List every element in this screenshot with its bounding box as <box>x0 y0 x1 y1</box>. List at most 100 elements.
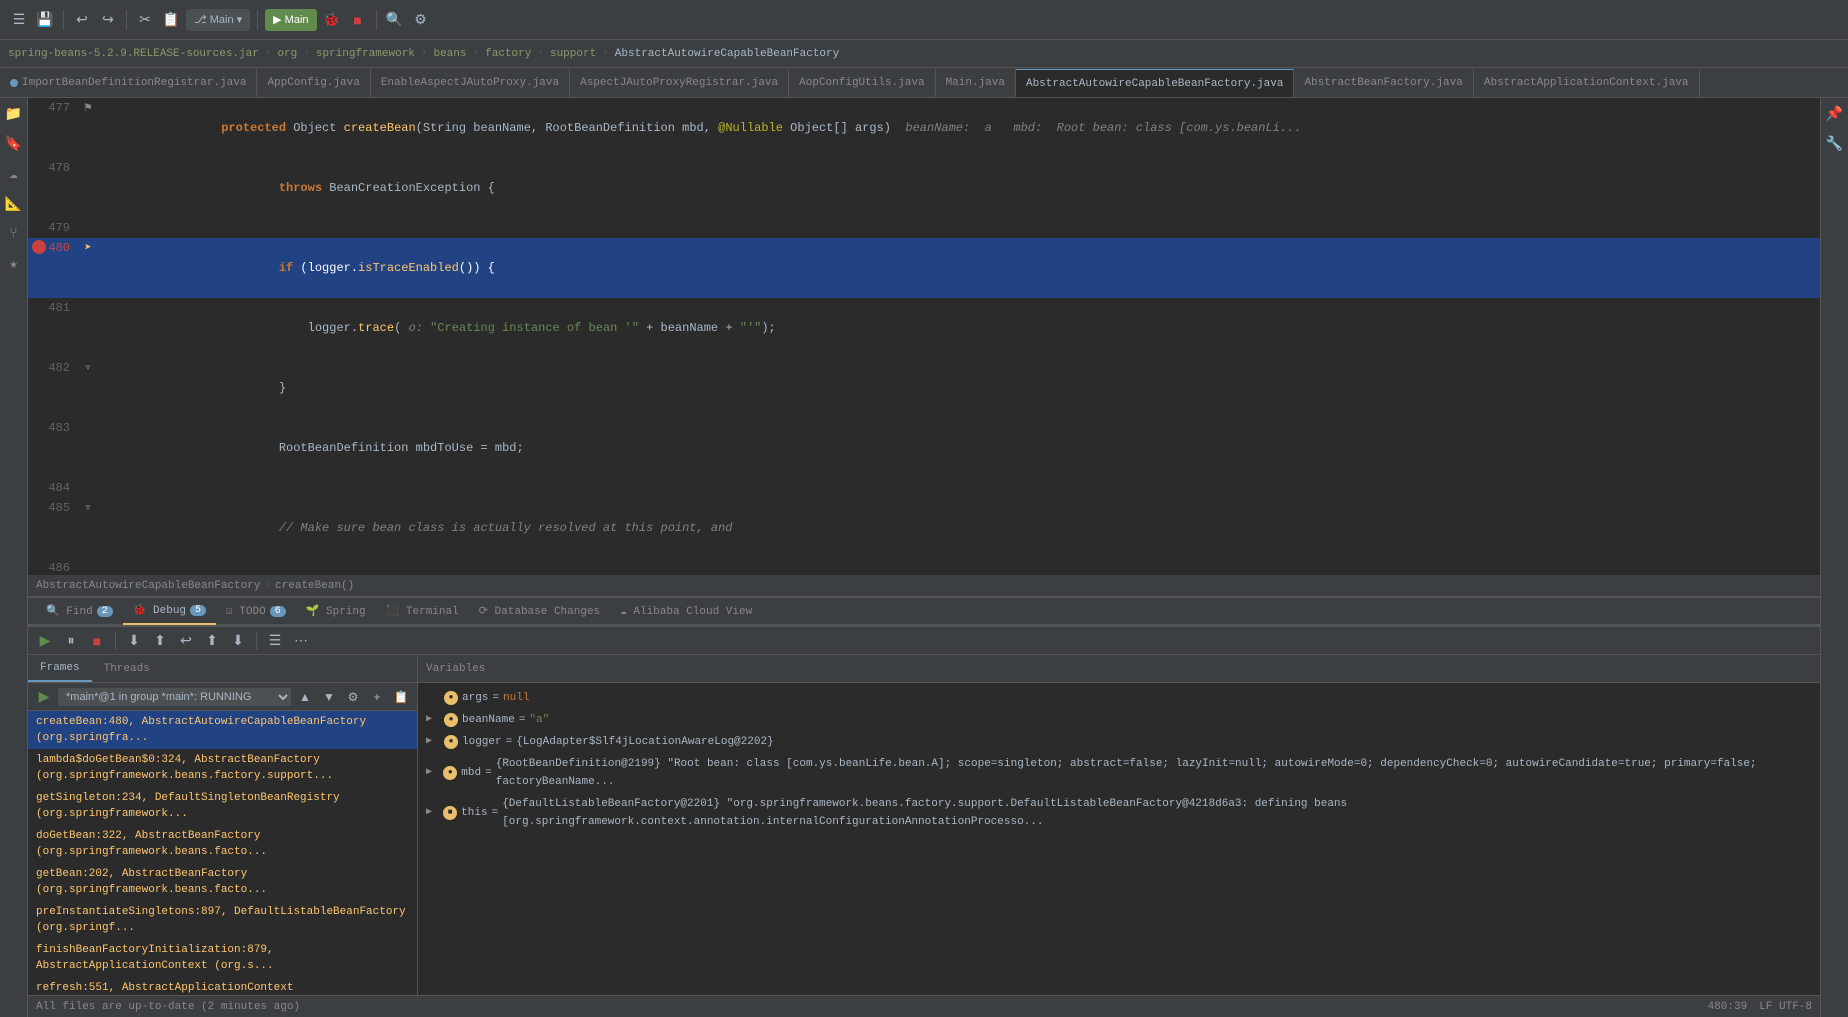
line-code-481[interactable]: logger.trace( o: "Creating instance of b… <box>98 298 1820 358</box>
tab-aopconfig[interactable]: AopConfigUtils.java <box>789 69 935 97</box>
project-icon[interactable]: 📁 <box>2 102 26 126</box>
alibaba-label: ☁ Alibaba Cloud View <box>620 604 752 618</box>
beans-label: beans <box>434 48 467 60</box>
more-button[interactable]: ⋯ <box>290 630 312 652</box>
tab-appconfig[interactable]: AppConfig.java <box>257 69 370 97</box>
frame-name-getbean: getBean:202, AbstractBeanFactory (org.sp… <box>36 866 409 898</box>
thread-copy-button[interactable]: 📋 <box>391 687 411 707</box>
resume-button[interactable]: ▶ <box>34 630 56 652</box>
frame-preinstantiate[interactable]: preInstantiateSingletons:897, DefaultLis… <box>28 901 417 939</box>
frame-createbean[interactable]: createBean:480, AbstractAutowireCapableB… <box>28 711 417 749</box>
frame-getsingleton[interactable]: getSingleton:234, DefaultSingletonBeanRe… <box>28 787 417 825</box>
tab-threads[interactable]: Threads <box>92 655 162 682</box>
line-code-484[interactable] <box>98 478 1820 498</box>
run-button[interactable]: ▶ Main <box>265 9 316 31</box>
vareq-mbd: = <box>485 764 492 782</box>
debug-run-button[interactable]: 🐞 <box>321 9 343 31</box>
bookmark-icon[interactable]: 🔖 <box>2 132 26 156</box>
var-mbd[interactable]: ▶ ● mbd = {RootBeanDefinition@2199} "Roo… <box>418 753 1820 793</box>
favorites-icon[interactable]: ★ <box>2 252 26 276</box>
save-button[interactable]: 💾 <box>34 9 56 31</box>
varname-mbd: mbd <box>461 764 481 782</box>
line-code-479[interactable] <box>98 218 1820 238</box>
code-scroll[interactable]: 477 ⚑ protected Object createBean(String… <box>28 98 1820 575</box>
tab-importbean[interactable]: ImportBeanDefinitionRegistrar.java <box>0 69 257 97</box>
undo-button[interactable]: ↩ <box>71 9 93 31</box>
settings-debug-button[interactable]: ☰ <box>264 630 286 652</box>
thread-select[interactable]: *main*@1 in group *main*: RUNNING <box>58 688 291 706</box>
cloud-icon[interactable]: ☁ <box>2 162 26 186</box>
tab-abstractapp[interactable]: AbstractApplicationContext.java <box>1474 69 1700 97</box>
tab-frames[interactable]: Frames <box>28 655 92 682</box>
structure-icon[interactable]: 📐 <box>2 192 26 216</box>
step-out-button[interactable]: ↩ <box>175 630 197 652</box>
tab-abstractautowire[interactable]: AbstractAutowireCapableBeanFactory.java <box>1016 69 1294 97</box>
line-code-478[interactable]: throws BeanCreationException { <box>98 158 1820 218</box>
right-icon-2[interactable]: 🔧 <box>1823 132 1847 156</box>
var-logger[interactable]: ▶ ● logger = {LogAdapter$Slf4jLocationAw… <box>418 731 1820 753</box>
gutter-485: ▿ <box>78 498 98 558</box>
tab-abstractbean[interactable]: AbstractBeanFactory.java <box>1294 69 1473 97</box>
var-this[interactable]: ▶ ■ this = {DefaultListableBeanFactory@2… <box>418 793 1820 833</box>
play-thread-button[interactable]: ▶ <box>34 687 54 707</box>
search-button[interactable]: 🔍 <box>384 9 406 31</box>
branch-button[interactable]: ⎇ Main ▾ <box>186 9 250 31</box>
thread-add-button[interactable]: + <box>367 687 387 707</box>
frame-getbean[interactable]: getBean:202, AbstractBeanFactory (org.sp… <box>28 863 417 901</box>
tab-aspectjautoproxy[interactable]: AspectJAutoProxyRegistrar.java <box>570 69 789 97</box>
line-code-482[interactable]: } <box>98 358 1820 418</box>
settings-button[interactable]: ⚙ <box>410 9 432 31</box>
line-code-483[interactable]: RootBeanDefinition mbdToUse = mbd; <box>98 418 1820 478</box>
run-cursor-button[interactable]: ⬆ <box>201 630 223 652</box>
var-beanname[interactable]: ▶ ● beanName = "a" <box>418 709 1820 731</box>
tab-terminal[interactable]: ⬛ Terminal <box>376 597 469 625</box>
vars-panel: Variables ● args = null ▶ <box>418 655 1820 995</box>
line-code-477[interactable]: protected Object createBean(String beanN… <box>98 98 1820 158</box>
tab-dbchanges[interactable]: ⟳ Database Changes <box>469 597 610 625</box>
code-line-479: 479 <box>28 218 1820 238</box>
thread-down-button[interactable]: ▼ <box>319 687 339 707</box>
frame-name-createbean: createBean:480, AbstractAutowireCapableB… <box>36 714 409 746</box>
code-table: 477 ⚑ protected Object createBean(String… <box>28 98 1820 575</box>
right-icon-1[interactable]: 📌 <box>1823 102 1847 126</box>
code-line-483: 483 RootBeanDefinition mbdToUse = mbd; <box>28 418 1820 478</box>
line-code-486[interactable]: // clone the bean definition in case of … <box>98 558 1820 575</box>
tab-main[interactable]: Main.java <box>936 69 1016 97</box>
stop-button[interactable]: ■ <box>347 9 369 31</box>
main-toolbar: ☰ 💾 ↩ ↪ ✂ 📋 ⎇ Main ▾ ▶ Main 🐞 ■ 🔍 ⚙ <box>0 0 1848 40</box>
tab-find[interactable]: 🔍 Find 2 <box>36 597 123 625</box>
frame-dogetbean[interactable]: doGetBean:322, AbstractBeanFactory (org.… <box>28 825 417 863</box>
sep: › <box>473 48 480 60</box>
tab-enableaspect[interactable]: EnableAspectJAutoProxy.java <box>371 69 570 97</box>
file-label: AbstractAutowireCapableBeanFactory <box>615 48 839 60</box>
sep: › <box>303 48 310 60</box>
tab-alibabacloud[interactable]: ☁ Alibaba Cloud View <box>610 597 762 625</box>
pause-button[interactable]: ⏸ <box>60 630 82 652</box>
line-code-485[interactable]: // Make sure bean class is actually reso… <box>98 498 1820 558</box>
tab-todo[interactable]: ☑ TODO 6 <box>216 597 296 625</box>
frame-lambda[interactable]: lambda$doGetBean$0:324, AbstractBeanFact… <box>28 749 417 787</box>
tab-spring[interactable]: 🌱 Spring <box>296 597 376 625</box>
status-right: 480:39 LF UTF-8 <box>1708 1001 1812 1013</box>
thread-up-button[interactable]: ▲ <box>295 687 315 707</box>
menu-button[interactable]: ☰ <box>8 9 30 31</box>
varname-beanname: beanName <box>462 711 515 729</box>
eval-button[interactable]: ⬇ <box>227 630 249 652</box>
copy-button[interactable]: 📋 <box>160 9 182 31</box>
line-col: 480:39 <box>1708 1001 1748 1013</box>
stop-debug-button[interactable]: ■ <box>86 630 108 652</box>
var-args[interactable]: ● args = null <box>418 687 1820 709</box>
redo-button[interactable]: ↪ <box>97 9 119 31</box>
debug-num: 5 <box>190 605 206 616</box>
frame-refresh[interactable]: refresh:551, AbstractApplicationContext … <box>28 977 417 995</box>
git-icon[interactable]: ⑂ <box>2 222 26 246</box>
line-num-480: 480 <box>28 238 78 298</box>
cut-button[interactable]: ✂ <box>134 9 156 31</box>
thread-filter-button[interactable]: ⚙ <box>343 687 363 707</box>
tab-debug[interactable]: 🐞 Debug 5 <box>123 597 216 625</box>
line-code-480[interactable]: if (logger.isTraceEnabled()) { <box>98 238 1820 298</box>
step-over-button[interactable]: ⬇ <box>123 630 145 652</box>
step-into-button[interactable]: ⬆ <box>149 630 171 652</box>
debug-toolbar: ▶ ⏸ ■ ⬇ ⬆ ↩ ⬆ ⬇ ☰ ⋯ <box>28 627 1820 655</box>
frame-finish[interactable]: finishBeanFactoryInitialization:879, Abs… <box>28 939 417 977</box>
